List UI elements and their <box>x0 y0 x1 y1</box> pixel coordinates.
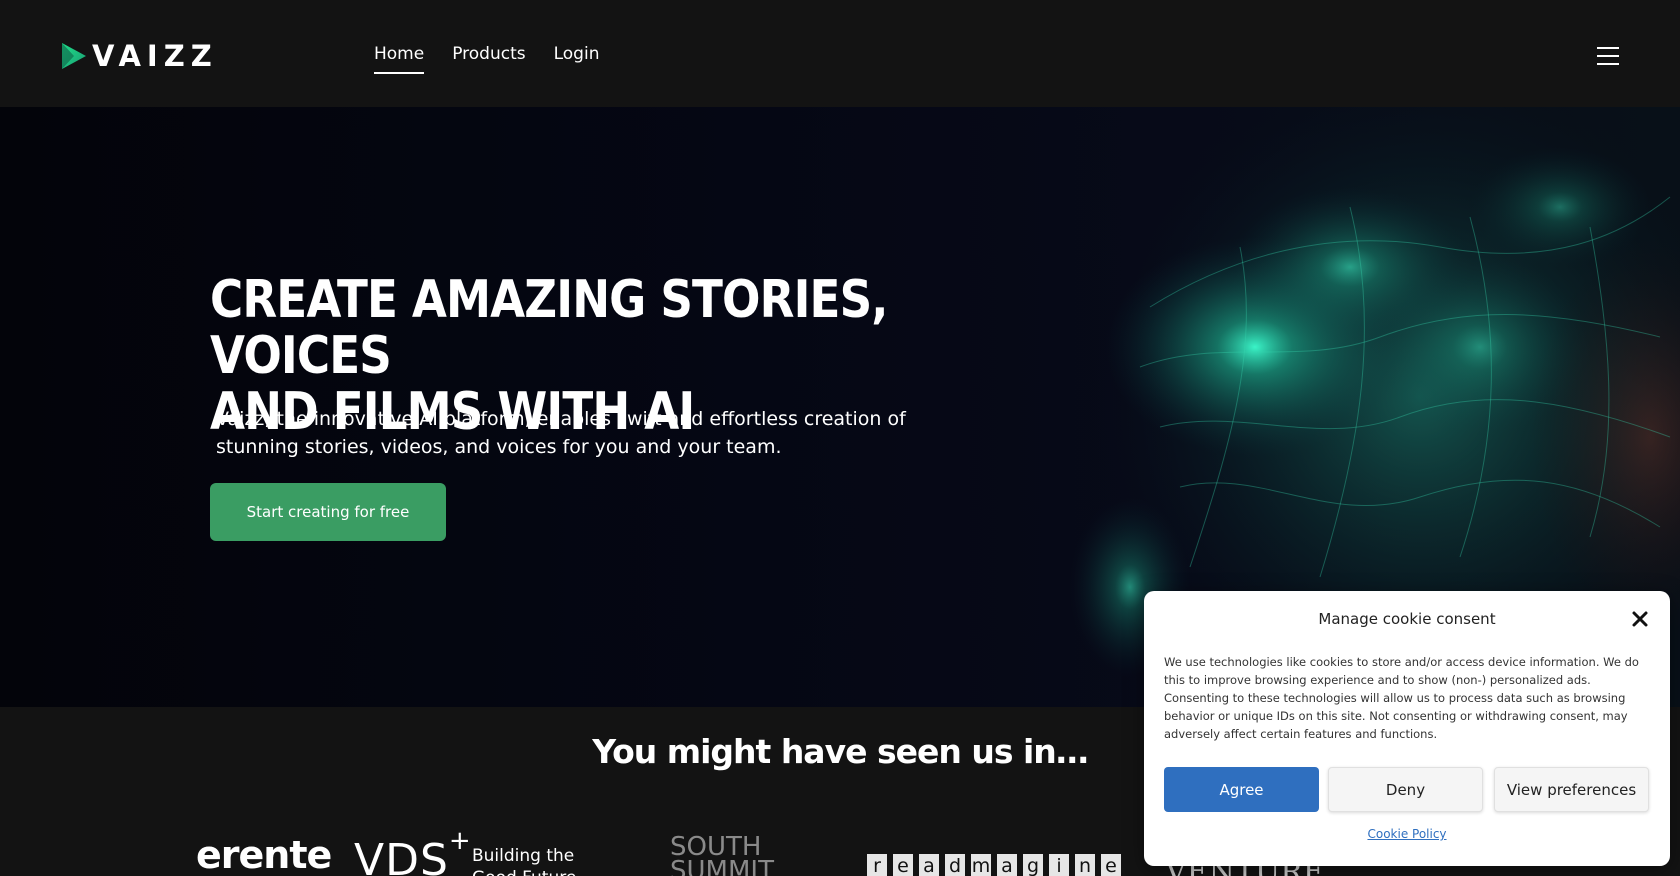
hamburger-line <box>1597 47 1619 49</box>
press-logo-building-tagline: Building the Good Future <box>472 845 576 876</box>
agree-button[interactable]: Agree <box>1164 767 1319 812</box>
hero-subtitle-line2: stunning stories, videos, and voices for… <box>216 436 782 458</box>
readmagine-letter: e <box>893 854 913 876</box>
readmagine-letter: a <box>919 854 939 876</box>
view-preferences-button[interactable]: View preferences <box>1494 767 1649 812</box>
nav-home[interactable]: Home <box>374 44 425 74</box>
deny-button[interactable]: Deny <box>1328 767 1483 812</box>
press-logo-south-summit: SOUTH SUMMIT <box>670 834 774 876</box>
cookie-consent-dialog: Manage cookie consent We use technologie… <box>1144 591 1670 866</box>
hamburger-line <box>1597 63 1619 65</box>
cookie-title: Manage cookie consent <box>1318 610 1496 628</box>
hamburger-line <box>1597 55 1619 57</box>
readmagine-letter: g <box>1023 854 1043 876</box>
logo-mark-icon <box>62 43 86 69</box>
press-logo-readmagine: r e a d m a g i n e <box>867 854 1121 876</box>
readmagine-letter: m <box>971 854 991 876</box>
vds-text: VDS <box>354 835 449 876</box>
readmagine-letter: e <box>1101 854 1121 876</box>
press-logo-vds: VDS+ <box>354 826 472 876</box>
start-creating-button[interactable]: Start creating for free <box>210 483 446 541</box>
hero-subtitle: Vaizz, the innovative AI platform, enabl… <box>216 405 956 461</box>
nav-products[interactable]: Products <box>452 44 525 74</box>
summit-line2: SUMMIT <box>670 856 774 876</box>
readmagine-letter: d <box>945 854 965 876</box>
close-icon[interactable] <box>1630 609 1650 629</box>
press-logo-erente: erente <box>196 833 332 876</box>
readmagine-letter: n <box>1075 854 1095 876</box>
main-nav: Home Products Login <box>374 44 599 74</box>
readmagine-letter: a <box>997 854 1017 876</box>
hamburger-icon[interactable] <box>1597 47 1619 65</box>
building-line2: Good Future <box>472 868 576 876</box>
site-header: VAIZZ Home Products Login <box>0 0 1680 107</box>
vds-plus: + <box>448 826 472 857</box>
readmagine-letter: r <box>867 854 887 876</box>
cookie-policy-link[interactable]: Cookie Policy <box>1144 827 1670 841</box>
building-line1: Building the <box>472 846 575 866</box>
vaizz-logo[interactable]: VAIZZ <box>60 39 218 73</box>
cookie-body-text: We use technologies like cookies to stor… <box>1164 655 1639 741</box>
readmagine-letter: i <box>1049 854 1069 876</box>
nav-login[interactable]: Login <box>554 44 600 74</box>
hero-title-line1: CREATE AMAZING STORIES, VOICES <box>210 270 888 386</box>
logo-text: VAIZZ <box>92 39 218 73</box>
hero-subtitle-line1: Vaizz, the innovative AI platform, enabl… <box>216 408 906 430</box>
